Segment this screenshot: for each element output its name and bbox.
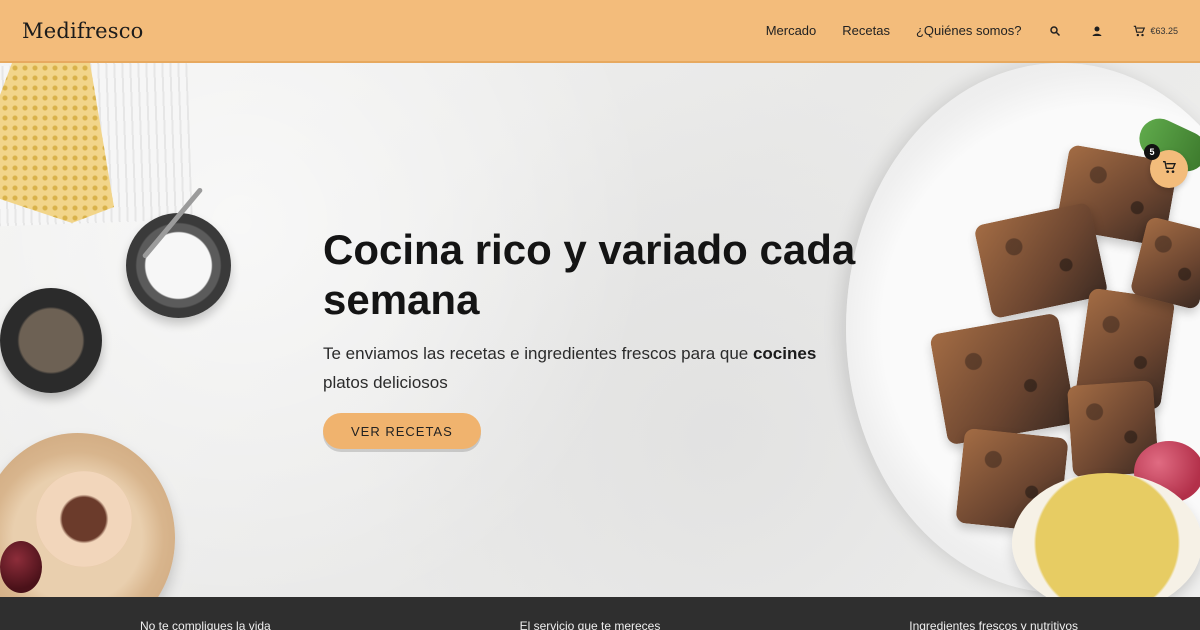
onion-decoration xyxy=(0,541,42,593)
floating-cart-button[interactable]: 5 xyxy=(1144,144,1188,188)
hero-subtitle-text-end: platos deliciosos xyxy=(323,373,448,392)
feature-item: Ingredientes frescos y nutritivos xyxy=(909,618,1078,630)
hero-subtitle: Te enviamos las recetas e ingredientes f… xyxy=(323,339,863,397)
cart-icon xyxy=(1131,23,1147,39)
sauce-bowl xyxy=(1012,473,1200,597)
nav-item-recetas[interactable]: Recetas xyxy=(842,23,890,38)
hero-title: Cocina rico y variado cada semana xyxy=(323,226,856,323)
feature-item: No te compliques la vida xyxy=(140,618,271,630)
hero-content: Cocina rico y variado cada semana Te env… xyxy=(323,225,883,449)
feature-strip: No te compliques la vida El servicio que… xyxy=(0,597,1200,630)
hero-banner: Cocina rico y variado cada semana Te env… xyxy=(0,63,1200,597)
main-nav: Mercado Recetas ¿Quiénes somos? €63.25 xyxy=(766,23,1178,39)
header-cart[interactable]: €63.25 xyxy=(1131,23,1178,39)
nav-item-quienes-somos[interactable]: ¿Quiénes somos? xyxy=(916,23,1022,38)
ver-recetas-button[interactable]: VER RECETAS xyxy=(323,413,481,449)
clove-bowl-decoration xyxy=(36,471,132,567)
cart-icon xyxy=(1161,159,1177,180)
pepper-bowl-decoration xyxy=(0,288,102,393)
hero-subtitle-emphasis: cocines xyxy=(752,344,817,363)
hero-subtitle-text: Te enviamos las recetas e ingredientes f… xyxy=(323,344,753,363)
grilled-meat-piece xyxy=(929,312,1077,446)
salt-bowl-decoration xyxy=(126,213,231,318)
search-icon[interactable] xyxy=(1047,23,1063,39)
user-icon[interactable] xyxy=(1089,23,1105,39)
cart-count-badge: 5 xyxy=(1144,144,1160,160)
nav-item-mercado[interactable]: Mercado xyxy=(766,23,817,38)
cart-total: €63.25 xyxy=(1150,25,1178,36)
site-header: Medifresco Mercado Recetas ¿Quiénes somo… xyxy=(0,0,1200,63)
feature-item: El servicio que te mereces xyxy=(519,618,661,630)
site-logo[interactable]: Medifresco xyxy=(22,19,144,43)
